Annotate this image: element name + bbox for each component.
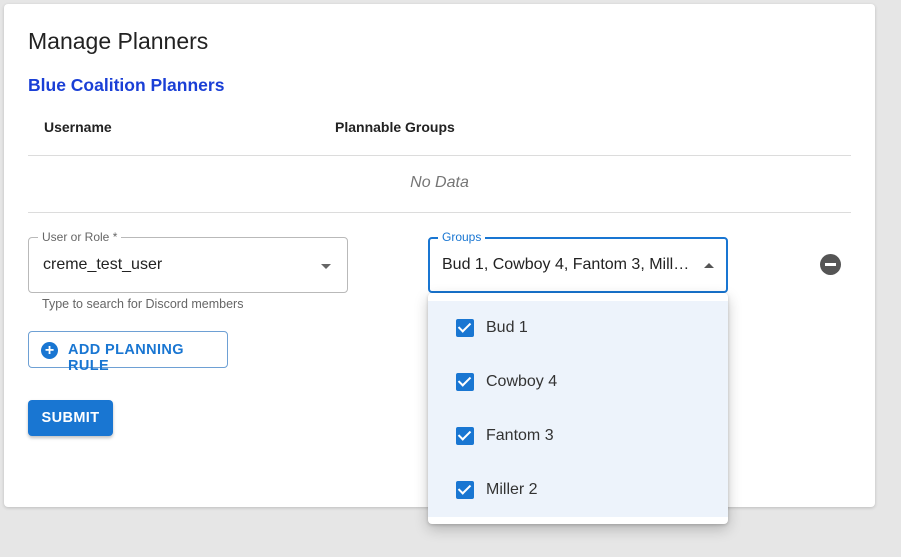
groups-option[interactable]: Bud 1 bbox=[428, 301, 728, 355]
minus-circle-icon[interactable] bbox=[820, 254, 841, 275]
column-header-plannable-groups: Plannable Groups bbox=[335, 119, 455, 135]
groups-option-label: Miller 2 bbox=[486, 481, 538, 498]
checkbox-checked-icon[interactable] bbox=[456, 373, 474, 391]
groups-option-label: Bud 1 bbox=[486, 319, 528, 336]
plus-circle-icon: + bbox=[41, 342, 58, 359]
checkbox-checked-icon[interactable] bbox=[456, 481, 474, 499]
checkbox-checked-icon[interactable] bbox=[456, 319, 474, 337]
user-or-role-field[interactable]: User or Role * creme_test_user bbox=[28, 229, 348, 293]
checkbox-checked-icon[interactable] bbox=[456, 427, 474, 445]
groups-dropdown-menu: Bud 1 Cowboy 4 Fantom 3 Miller 2 bbox=[428, 293, 728, 524]
user-or-role-helper-text: Type to search for Discord members bbox=[42, 297, 244, 311]
caret-up-icon[interactable] bbox=[704, 263, 714, 268]
table-header-divider bbox=[28, 155, 851, 156]
groups-option[interactable]: Fantom 3 bbox=[428, 409, 728, 463]
user-or-role-label: User or Role * bbox=[38, 229, 122, 245]
table-empty-text: No Data bbox=[410, 174, 469, 191]
groups-field[interactable]: Groups Bud 1, Cowboy 4, Fantom 3, Miller… bbox=[428, 229, 728, 293]
add-planning-rule-button[interactable]: + ADD PLANNING RULE bbox=[28, 331, 228, 374]
groups-value[interactable]: Bud 1, Cowboy 4, Fantom 3, Miller 2 bbox=[442, 256, 692, 274]
groups-option-label: Cowboy 4 bbox=[486, 373, 558, 390]
column-header-username: Username bbox=[44, 119, 112, 135]
add-planning-rule-label: ADD PLANNING RULE bbox=[68, 342, 184, 374]
groups-option-label: Fantom 3 bbox=[486, 427, 554, 444]
caret-down-icon[interactable] bbox=[321, 264, 331, 269]
groups-option[interactable]: Cowboy 4 bbox=[428, 355, 728, 409]
user-or-role-value[interactable]: creme_test_user bbox=[43, 256, 303, 274]
table-bottom-divider bbox=[28, 212, 851, 213]
section-title: Blue Coalition Planners bbox=[28, 75, 225, 95]
page-title: Manage Planners bbox=[28, 28, 209, 54]
groups-option[interactable]: Miller 2 bbox=[428, 463, 728, 517]
submit-button[interactable]: SUBMIT bbox=[28, 400, 113, 436]
groups-label: Groups bbox=[438, 229, 486, 245]
